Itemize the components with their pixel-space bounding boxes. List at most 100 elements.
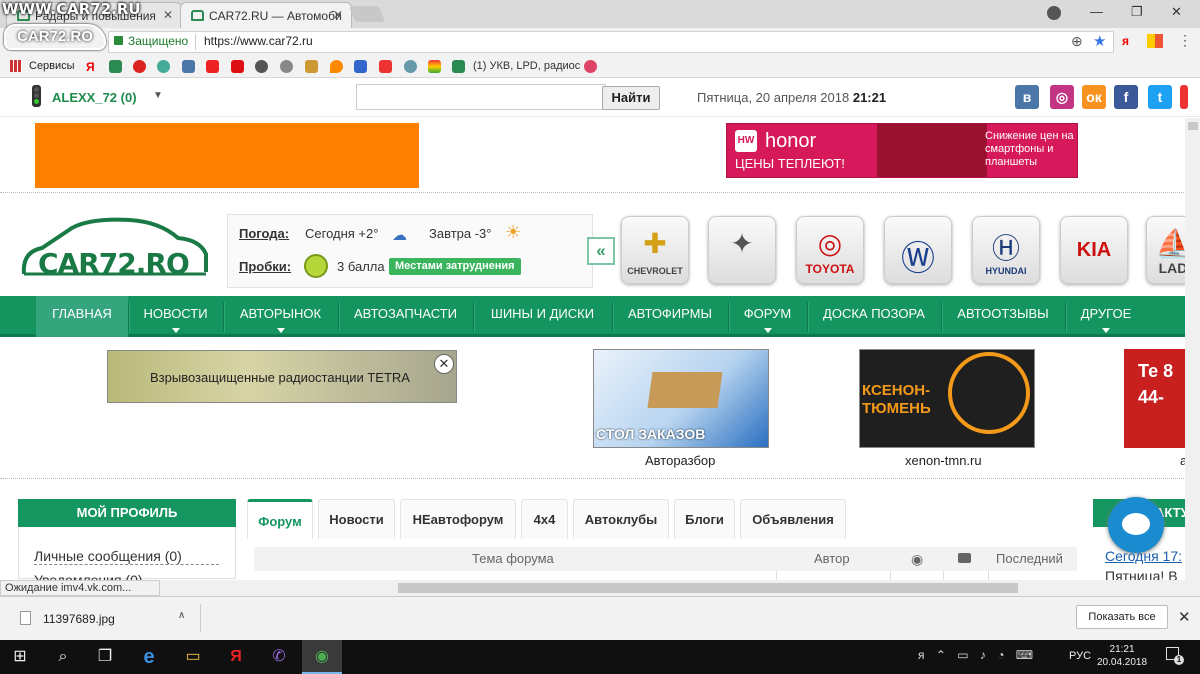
bookmark-flame-icon[interactable]: [330, 60, 343, 73]
close-tab-icon[interactable]: ✕: [163, 8, 173, 22]
security-label[interactable]: Защищено: [128, 34, 188, 48]
minimize-button[interactable]: —: [1090, 4, 1103, 19]
chevron-down-icon[interactable]: ▼: [153, 90, 163, 101]
username[interactable]: ALEXX_72 (0): [52, 90, 137, 105]
bookmark-shield-icon[interactable]: [354, 60, 367, 73]
ad-caption-avtorazbor[interactable]: Авторазбор: [645, 453, 715, 468]
search-button[interactable]: Найти: [602, 86, 660, 110]
menu-icon[interactable]: ⋮: [1178, 32, 1192, 49]
vk-icon[interactable]: в: [1015, 85, 1039, 109]
bookmark-red-square-icon[interactable]: [231, 60, 244, 73]
bookmark-ukv[interactable]: (1) УКВ, LPD, радиос: [473, 60, 580, 72]
nav-item-avtozapchasti[interactable]: АВТОЗАПЧАСТИ: [338, 296, 473, 337]
nav-item-forum[interactable]: ФОРУМ: [728, 296, 807, 337]
actual-today[interactable]: Сегодня 17:: [1105, 548, 1182, 564]
show-all-button[interactable]: Показать все: [1076, 605, 1168, 629]
tab-4x4[interactable]: 4x4: [521, 499, 568, 539]
close-window-button[interactable]: ✕: [1171, 4, 1182, 20]
apps-icon[interactable]: [10, 60, 22, 72]
bookmark-yandex-icon[interactable]: Я: [86, 60, 99, 74]
brand-toyota[interactable]: ◎ TOYOTA: [796, 216, 864, 284]
system-tray-icons[interactable]: ᴙ ⌃ ▭ ♪ ◔ ⌨: [918, 648, 1037, 662]
instagram-icon[interactable]: ◎: [1050, 85, 1074, 109]
clock[interactable]: 21:21 20.04.2018: [1097, 643, 1147, 669]
honor-banner[interactable]: HW honor ЦЕНЫ ТЕПЛЕЮТ! Снижение цен на с…: [726, 123, 1078, 178]
ad-caption-xenon[interactable]: xenon-tmn.ru: [905, 453, 982, 468]
facebook-icon[interactable]: f: [1114, 85, 1138, 109]
tab-car72[interactable]: CAR72.RU — Автомоби ✕: [180, 2, 352, 28]
brands-prev-button[interactable]: «: [587, 237, 615, 265]
yandex-browser-icon[interactable]: Я: [216, 640, 256, 674]
bookmark-star-icon[interactable]: ★: [1093, 32, 1106, 50]
header-last[interactable]: Последний: [996, 551, 1063, 566]
close-download-bar-button[interactable]: ✕: [1178, 608, 1191, 626]
zoom-icon[interactable]: ⊕: [1071, 33, 1083, 50]
download-filename[interactable]: 11397689.jpg: [43, 612, 115, 626]
bookmark-car-icon[interactable]: [109, 60, 122, 73]
tab-novosti[interactable]: Новости: [318, 499, 395, 539]
twitter-icon[interactable]: t: [1148, 85, 1172, 109]
scroll-thumb[interactable]: [398, 583, 1018, 593]
tab-neavtoforum[interactable]: НЕавтофорум: [400, 499, 516, 539]
brand-mercedes[interactable]: ✦: [708, 216, 776, 284]
scroll-thumb[interactable]: [1188, 122, 1198, 130]
extension-icon[interactable]: [1147, 34, 1163, 48]
bookmark-pink-icon[interactable]: [584, 60, 597, 73]
traffic-label[interactable]: Пробки:: [239, 259, 291, 274]
bookmark-services[interactable]: Сервисы: [29, 60, 75, 72]
bookmark-globe-icon[interactable]: [280, 60, 293, 73]
file-explorer-icon[interactable]: ▭: [173, 640, 213, 674]
bookmark-stack-icon[interactable]: [428, 60, 441, 73]
nav-item-doska-pozora[interactable]: ДОСКА ПОЗОРА: [807, 296, 941, 337]
social-partial-icon[interactable]: [1180, 85, 1188, 109]
tab-avtokluby[interactable]: Автоклубы: [573, 499, 669, 539]
radio-banner-text[interactable]: Взрывозащищенные радиостанции TETRA: [150, 370, 410, 385]
chat-bubble-button[interactable]: [1108, 497, 1164, 553]
maximize-button[interactable]: ❐: [1131, 4, 1143, 20]
nav-item-novosti[interactable]: НОВОСТИ: [128, 296, 223, 337]
task-view-icon[interactable]: ❐: [85, 640, 125, 674]
orange-banner[interactable]: [35, 123, 419, 188]
yandex-ext-icon[interactable]: я: [1122, 34, 1129, 48]
close-ad-button[interactable]: ✕: [434, 354, 454, 374]
header-author[interactable]: Автор: [814, 551, 850, 566]
search-icon[interactable]: ⌕: [43, 640, 83, 674]
viber-icon[interactable]: ✆: [259, 640, 299, 674]
bookmark-gear-icon[interactable]: [404, 60, 417, 73]
private-messages-link[interactable]: Личные сообщения (0): [34, 548, 219, 565]
brand-hyundai[interactable]: Ⓗ HYUNDAI: [972, 216, 1040, 284]
odnoklassniki-icon[interactable]: ок: [1082, 85, 1106, 109]
profile-icon[interactable]: [1047, 6, 1061, 20]
chrome-icon[interactable]: ◉: [302, 640, 342, 674]
url-text[interactable]: https://www.car72.ru: [204, 34, 313, 48]
bookmark-red-icon[interactable]: [133, 60, 146, 73]
bookmark-box-icon[interactable]: [305, 60, 318, 73]
edge-icon[interactable]: e: [129, 640, 169, 674]
nav-item-avtootzyvy[interactable]: АВТООТЗЫВЫ: [941, 296, 1065, 337]
tab-forum[interactable]: Форум: [247, 499, 313, 539]
header-topic[interactable]: Тема форума: [472, 551, 554, 566]
search-input[interactable]: [356, 84, 606, 110]
bookmark-circle-icon[interactable]: [255, 60, 268, 73]
bookmark-car2-icon[interactable]: [452, 60, 465, 73]
nav-item-glavnaya[interactable]: ГЛАВНАЯ: [36, 296, 128, 337]
new-tab-button[interactable]: [349, 6, 385, 22]
nav-item-avtofirmy[interactable]: АВТОФИРМЫ: [612, 296, 728, 337]
brand-kia[interactable]: KIA: [1060, 216, 1128, 284]
lock-icon[interactable]: [114, 36, 123, 45]
nav-item-drugoe[interactable]: ДРУГОЕ: [1065, 296, 1147, 337]
bookmark-dots-icon[interactable]: [157, 60, 170, 73]
tab-obyavleniya[interactable]: Объявления: [740, 499, 846, 539]
bookmark-mail-icon[interactable]: [379, 60, 392, 73]
vertical-scrollbar[interactable]: [1185, 118, 1200, 596]
bookmark-youtube-icon[interactable]: [206, 60, 219, 73]
nav-item-avtorynok[interactable]: АВТОРЫНОК: [223, 296, 338, 337]
chevron-up-icon[interactable]: ∧: [178, 610, 185, 621]
windows-start-icon[interactable]: ⊞: [0, 640, 40, 674]
logo-text[interactable]: CAR72.RO: [38, 247, 190, 280]
tab-blogi[interactable]: Блоги: [674, 499, 735, 539]
nav-item-shiny[interactable]: ШИНЫ И ДИСКИ: [473, 296, 612, 337]
bookmark-vk-icon[interactable]: [182, 60, 195, 73]
close-tab-icon[interactable]: ✕: [333, 8, 343, 22]
notifications-icon[interactable]: 1: [1166, 647, 1184, 665]
